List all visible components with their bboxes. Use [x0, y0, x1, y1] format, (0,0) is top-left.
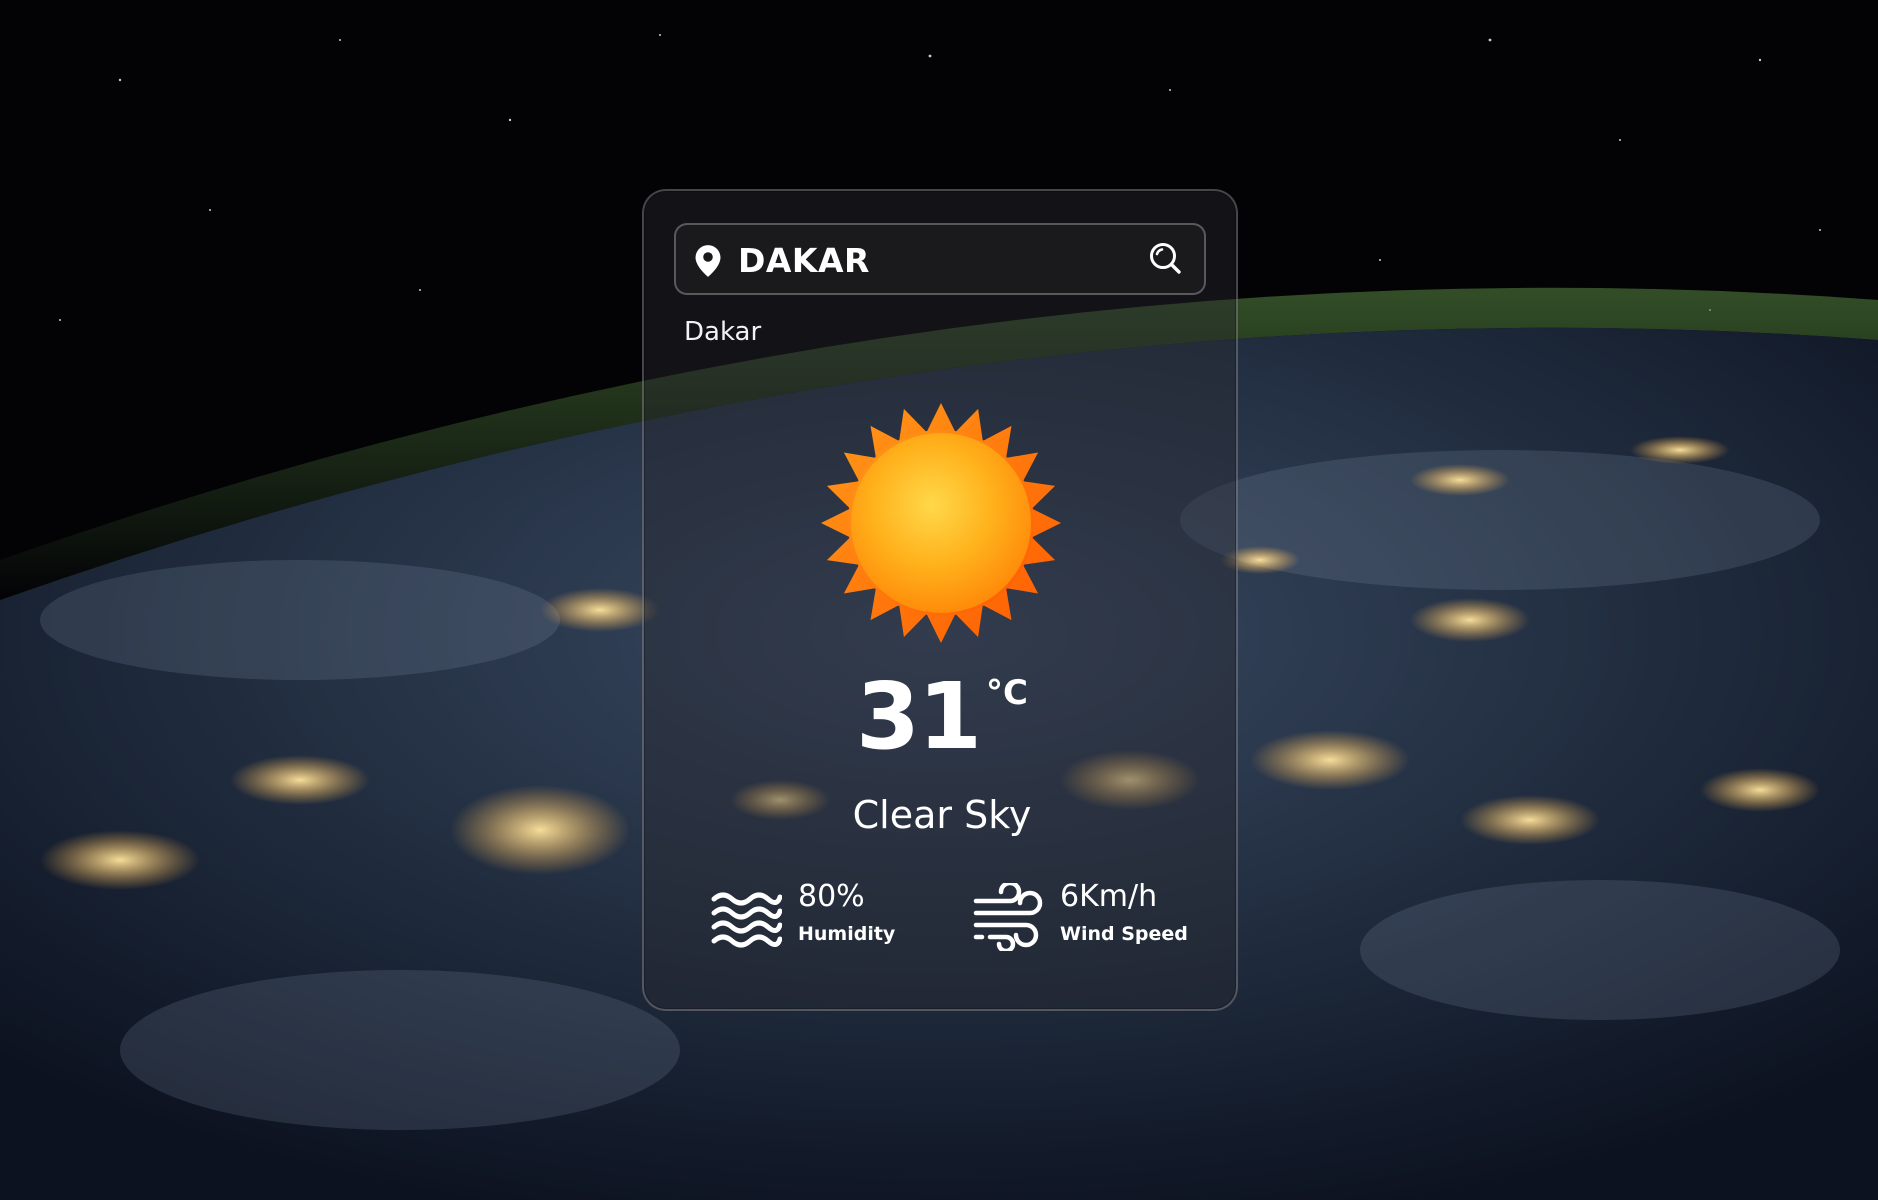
- wind-speed-label: Wind Speed: [1060, 923, 1188, 945]
- map-pin-icon: [695, 245, 721, 277]
- temperature-value: 31: [856, 663, 982, 770]
- search-icon[interactable]: [1146, 239, 1186, 279]
- sun-icon: [821, 403, 1061, 643]
- waves-icon: [711, 892, 782, 948]
- search-bar: [674, 223, 1206, 295]
- temperature-unit: °C: [986, 673, 1028, 713]
- temperature-display: 31 °C: [644, 671, 1240, 763]
- humidity-value: 80%: [798, 879, 865, 914]
- weather-card: Dakar 31°C Clear Sky: [642, 189, 1238, 1011]
- app-background: Dakar 31°C Clear Sky: [0, 0, 1878, 1200]
- city-name: Dakar: [684, 317, 762, 347]
- wind-icon: [973, 883, 1043, 951]
- weather-condition: Clear Sky: [852, 793, 1032, 837]
- wind-speed-value: 6Km/h: [1060, 879, 1158, 914]
- humidity-label: Humidity: [798, 923, 896, 945]
- city-search-input[interactable]: [738, 235, 1138, 285]
